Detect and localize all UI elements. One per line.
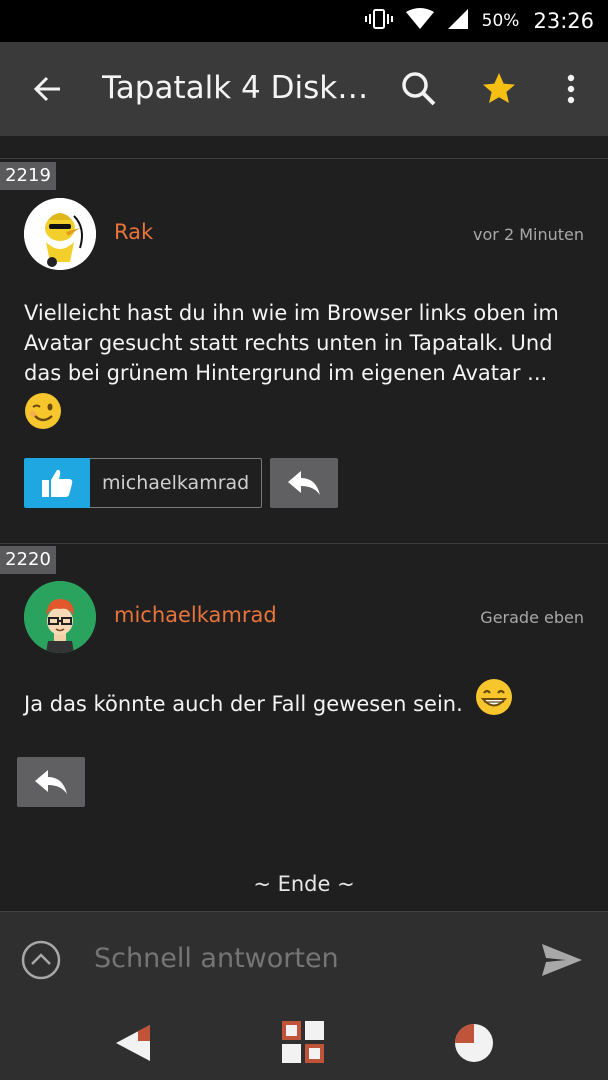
home-nav-icon[interactable] [280, 1019, 326, 1065]
like-button[interactable] [24, 458, 90, 508]
battery-level: 50% [481, 11, 520, 31]
grinning-face-emoji [475, 678, 513, 724]
post-body: Ja das könnte auch der Fall gewesen sein… [24, 679, 584, 724]
search-icon[interactable] [398, 68, 440, 110]
arrow-back-icon[interactable] [26, 68, 68, 110]
post-body: Vielleicht hast du ihn wie im Browser li… [24, 298, 584, 438]
status-bar: 50% 23:26 [0, 0, 608, 42]
app-toolbar: Tapatalk 4 Disk… [0, 42, 608, 136]
topic-title: Tapatalk 4 Disk… [102, 70, 369, 106]
reply-icon [35, 770, 67, 794]
chevron-up-icon[interactable] [20, 939, 62, 981]
quick-reply-bar [0, 911, 608, 1006]
star-icon[interactable] [478, 68, 520, 110]
reply-icon [288, 471, 320, 495]
like-group: michaelkamrad [24, 458, 263, 508]
liker-name[interactable]: michaelkamrad [90, 458, 263, 508]
post-number: 2220 [0, 546, 56, 574]
wifi-icon [405, 7, 434, 35]
cell-signal-icon [446, 8, 470, 35]
post-number: 2219 [0, 162, 56, 190]
post-list[interactable]: 2219 Rak vor 2 Minuten Vielleicht hast d… [0, 136, 608, 911]
divider [0, 543, 608, 544]
post-time: Gerade eben [480, 608, 584, 627]
quick-reply-input[interactable] [94, 938, 514, 978]
vibrate-icon [364, 8, 394, 35]
reply-button[interactable] [270, 458, 338, 508]
post-text: Vielleicht hast du ihn wie im Browser li… [24, 301, 559, 385]
post-text: Ja das könnte auch der Fall gewesen sein… [24, 692, 463, 716]
thumbs-up-icon [42, 469, 73, 497]
reply-button[interactable] [17, 757, 85, 807]
end-marker: ~ Ende ~ [253, 872, 355, 896]
divider [0, 158, 608, 159]
post-author[interactable]: Rak [114, 220, 153, 244]
back-nav-icon[interactable] [112, 1019, 158, 1065]
avatar[interactable] [24, 198, 96, 270]
avatar[interactable] [24, 581, 96, 653]
bottom-nav [0, 1005, 608, 1080]
winking-face-emoji [24, 392, 62, 438]
post-author[interactable]: michaelkamrad [114, 603, 277, 627]
more-vert-icon[interactable] [550, 68, 592, 110]
send-icon[interactable] [540, 940, 584, 980]
post-time: vor 2 Minuten [473, 225, 584, 244]
clock: 23:26 [533, 9, 594, 33]
recents-nav-icon[interactable] [450, 1019, 496, 1065]
